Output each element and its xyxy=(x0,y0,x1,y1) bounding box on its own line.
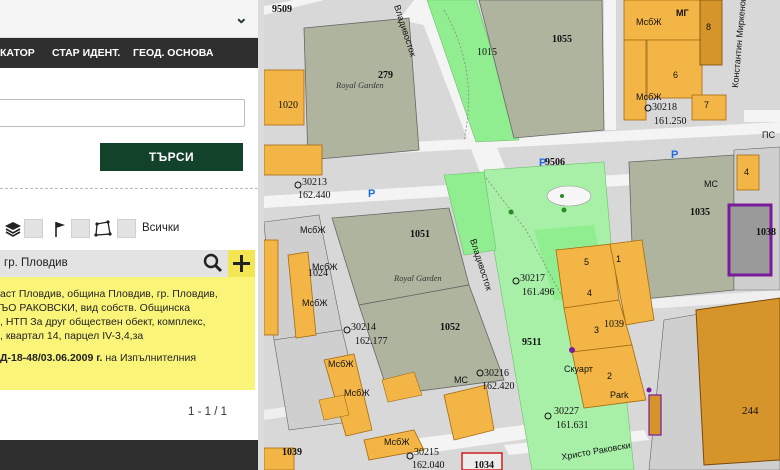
svg-text:1039: 1039 xyxy=(282,447,302,458)
svg-text:30217: 30217 xyxy=(520,273,545,284)
svg-text:1034: 1034 xyxy=(474,460,494,470)
chevron-down-icon[interactable]: ⌄ xyxy=(235,8,248,28)
svg-text:9506: 9506 xyxy=(545,157,565,168)
svg-text:1039: 1039 xyxy=(604,319,624,330)
svg-text:162.440: 162.440 xyxy=(298,190,331,201)
tab-identifier[interactable]: КАТОР xyxy=(0,47,35,59)
svg-text:МсбЖ: МсбЖ xyxy=(384,437,410,447)
svg-text:162.420: 162.420 xyxy=(482,381,515,392)
flag-icon[interactable] xyxy=(50,219,70,239)
svg-text:P: P xyxy=(368,188,375,200)
svg-text:МсбЖ: МсбЖ xyxy=(636,17,662,27)
svg-text:161.631: 161.631 xyxy=(556,420,589,431)
info-order-number: Д-18-48/03.06.2009 г. xyxy=(0,352,103,364)
svg-text:МсбЖ: МсбЖ xyxy=(328,359,354,369)
svg-text:МсбЖ: МсбЖ xyxy=(300,225,326,235)
svg-text:3: 3 xyxy=(594,325,599,335)
svg-text:162.177: 162.177 xyxy=(355,336,388,347)
svg-text:МС: МС xyxy=(704,179,718,189)
svg-text:Royal Garden: Royal Garden xyxy=(393,273,442,283)
svg-text:Royal Garden: Royal Garden xyxy=(335,80,384,90)
svg-text:МсбЖ: МсбЖ xyxy=(636,92,662,102)
svg-text:ПС: ПС xyxy=(762,130,775,140)
info-line: аст Пловдив, община Пловдив, гр. Пловдив… xyxy=(0,288,218,300)
svg-text:30218: 30218 xyxy=(652,102,677,113)
divider xyxy=(0,188,258,189)
svg-text:1051: 1051 xyxy=(410,229,430,240)
svg-text:4: 4 xyxy=(744,167,749,177)
panel-footer xyxy=(0,440,258,470)
layer-checkbox[interactable] xyxy=(71,219,90,238)
info-line: , квартал 14, парцел IV-3,4,за xyxy=(0,330,144,342)
svg-text:МГ: МГ xyxy=(676,8,689,18)
search-input[interactable] xyxy=(0,99,245,127)
svg-text:МсбЖ: МсбЖ xyxy=(312,262,338,272)
svg-text:6: 6 xyxy=(673,70,678,80)
svg-text:МсбЖ: МсбЖ xyxy=(302,298,328,308)
layer-filter-row: Всички xyxy=(0,217,258,241)
svg-text:162.040: 162.040 xyxy=(412,460,445,470)
map-canvas: P P P 279 Royal Garden 1055 1015 1051 Ro… xyxy=(264,0,780,470)
svg-text:МсбЖ: МсбЖ xyxy=(344,388,370,398)
svg-text:30214: 30214 xyxy=(351,322,376,333)
svg-text:244: 244 xyxy=(742,405,759,417)
svg-text:1052: 1052 xyxy=(440,322,460,333)
svg-text:8: 8 xyxy=(706,22,711,32)
tab-old-identifier[interactable]: СТАР ИДЕНТ. xyxy=(52,47,120,59)
all-layers-label: Всички xyxy=(142,222,180,234)
svg-text:30227: 30227 xyxy=(554,406,579,417)
svg-text:2: 2 xyxy=(607,371,612,381)
parcel-info: аст Пловдив, община Пловдив, гр. Пловдив… xyxy=(0,277,255,390)
search-icon xyxy=(203,253,223,273)
svg-text:30215: 30215 xyxy=(414,447,439,458)
info-order-line: Д-18-48/03.06.2009 г. на Изпълнителния xyxy=(0,351,255,365)
svg-text:30213: 30213 xyxy=(302,177,327,188)
tab-geodetic-base[interactable]: ГЕОД. ОСНОВА xyxy=(133,47,213,59)
svg-text:30216: 30216 xyxy=(484,368,509,379)
layer-checkbox[interactable] xyxy=(117,219,136,238)
result-header: гр. Пловдив xyxy=(0,250,258,277)
plus-icon xyxy=(233,255,250,272)
pagination: 1 - 1 / 1 xyxy=(188,406,227,418)
svg-text:4: 4 xyxy=(587,288,592,298)
svg-text:7: 7 xyxy=(704,100,709,110)
cadastral-map[interactable]: P P P 279 Royal Garden 1055 1015 1051 Ro… xyxy=(264,0,780,470)
svg-text:МС: МС xyxy=(454,375,468,385)
svg-text:161.496: 161.496 xyxy=(522,287,555,298)
result-text: гр. Пловдив xyxy=(4,257,68,269)
svg-text:Park: Park xyxy=(610,390,629,400)
tab-bar: КАТОР СТАР ИДЕНТ. ГЕОД. ОСНОВА xyxy=(0,38,258,68)
svg-text:Скуарт: Скуарт xyxy=(564,364,593,374)
svg-text:P: P xyxy=(671,149,678,161)
add-button[interactable] xyxy=(228,250,255,277)
polygon-icon[interactable] xyxy=(93,219,113,239)
svg-text:9511: 9511 xyxy=(522,337,541,348)
info-line: ЪО РАКОВСКИ, вид собств. Общинска xyxy=(0,302,191,314)
search-button[interactable]: ТЪРСИ xyxy=(100,143,243,171)
svg-text:161.250: 161.250 xyxy=(654,116,687,127)
panel-header: ⌄ xyxy=(0,0,258,38)
zoom-to-button[interactable] xyxy=(199,250,228,277)
svg-text:1015: 1015 xyxy=(477,47,497,58)
result-field: гр. Пловдив xyxy=(0,250,199,277)
info-line: , НТП За друг обществен обект, комплекс, xyxy=(0,316,206,328)
svg-text:1: 1 xyxy=(616,254,621,264)
svg-text:1038: 1038 xyxy=(756,227,776,238)
svg-text:5: 5 xyxy=(584,257,589,267)
info-order-rest: на Изпълнителния xyxy=(102,352,196,364)
layers-icon[interactable] xyxy=(3,219,23,239)
svg-text:1055: 1055 xyxy=(552,34,572,45)
svg-text:9509: 9509 xyxy=(272,4,292,15)
side-panel: ⌄ КАТОР СТАР ИДЕНТ. ГЕОД. ОСНОВА ТЪРСИ В… xyxy=(0,0,258,470)
layer-checkbox[interactable] xyxy=(24,219,43,238)
svg-text:1020: 1020 xyxy=(278,100,298,111)
svg-text:1035: 1035 xyxy=(690,207,710,218)
